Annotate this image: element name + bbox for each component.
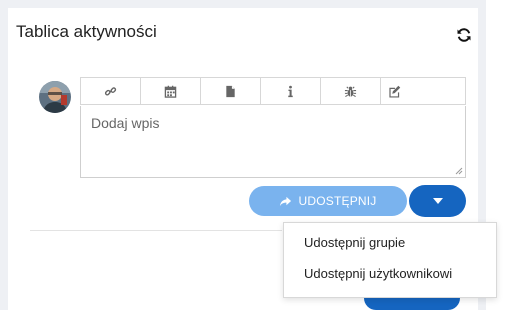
refresh-icon[interactable]: [456, 27, 472, 43]
share-dropdown-menu: Udostępnij grupie Udostępnij użytkowniko…: [283, 222, 497, 298]
toolbar-link-button[interactable]: [81, 78, 141, 104]
share-button-label: UDOSTĘPNIJ: [298, 194, 377, 208]
toolbar-edit-button[interactable]: [381, 78, 407, 104]
toolbar-bug-button[interactable]: [321, 78, 381, 104]
share-button[interactable]: UDOSTĘPNIJ: [249, 186, 407, 216]
bug-icon: [344, 85, 357, 97]
resize-handle-icon[interactable]: [455, 167, 463, 175]
file-icon: [226, 85, 235, 97]
panel-title: Tablica aktywności: [16, 22, 157, 41]
caret-down-icon: [432, 198, 443, 204]
avatar: [39, 81, 71, 113]
link-icon: [104, 86, 117, 95]
share-dropdown-toggle[interactable]: [409, 185, 466, 217]
toolbar-file-button[interactable]: [201, 78, 261, 104]
info-icon: [288, 85, 293, 97]
toolbar-calendar-button[interactable]: [141, 78, 201, 104]
post-textarea[interactable]: Dodaj wpis: [80, 106, 466, 178]
divider: [30, 230, 282, 231]
editor-toolbar: [80, 77, 466, 105]
toolbar-info-button[interactable]: [261, 78, 321, 104]
share-icon: [280, 196, 292, 206]
edit-icon: [388, 85, 400, 98]
post-placeholder: Dodaj wpis: [91, 115, 160, 131]
menu-item-share-user[interactable]: Udostępnij użytkownikowi: [304, 266, 452, 281]
calendar-icon: [164, 85, 177, 98]
menu-item-share-group[interactable]: Udostępnij grupie: [304, 235, 405, 250]
